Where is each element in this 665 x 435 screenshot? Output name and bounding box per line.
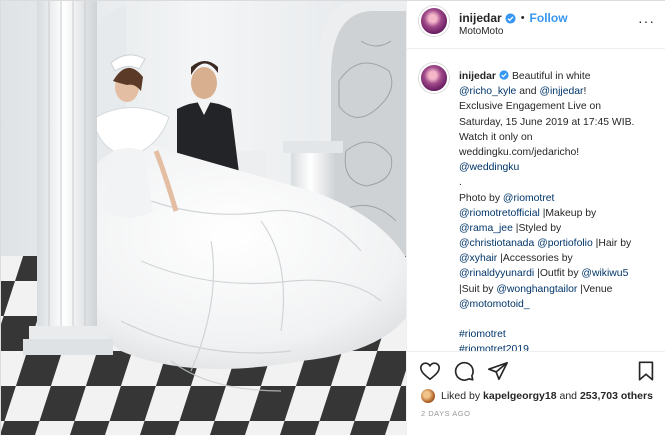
- caption-text-fragment: |Hair by: [592, 238, 632, 250]
- caption-gap: [459, 312, 659, 327]
- location-link[interactable]: MotoMoto: [459, 26, 503, 37]
- comment-icon[interactable]: [453, 360, 475, 382]
- post-photo[interactable]: [1, 1, 406, 435]
- mention-link[interactable]: @rinaldyyunardi: [459, 268, 534, 279]
- post-header: inijedar • Follow MotoMoto ···: [407, 1, 665, 49]
- caption-line: weddingku.com/jedaricho!: [459, 145, 659, 160]
- caption-text-fragment: |Styled by: [512, 222, 562, 234]
- caption-text-fragment: |Venue: [577, 283, 613, 295]
- likes-prefix: Liked by: [441, 390, 481, 402]
- caption-text-fragment: weddingku.com/jedaricho!: [459, 146, 580, 158]
- caption-line: #riomotret2019: [459, 342, 659, 351]
- verified-badge-icon: [499, 70, 509, 80]
- caption-text-fragment: Photo by: [459, 192, 503, 204]
- caption-line: Exclusive Engagement Live on: [459, 99, 659, 114]
- caption-line: @rama_jee |Styled by: [459, 221, 659, 236]
- caption-text-fragment: Watch it only on: [459, 131, 533, 143]
- mention-link[interactable]: @riomotret: [503, 193, 555, 204]
- caption-line: @xyhair |Accessories by: [459, 251, 659, 266]
- separator-dot: •: [520, 12, 525, 24]
- mention-link[interactable]: @richo_kyle: [459, 86, 516, 97]
- caption-text-fragment: Beautiful in white: [511, 71, 591, 82]
- caption-avatar[interactable]: [419, 63, 449, 93]
- mention-link[interactable]: @motomotoid_: [459, 299, 530, 310]
- more-options-icon[interactable]: ···: [638, 13, 655, 29]
- likes-row: Liked by kapelgeorgy18 and 253,703 other…: [421, 387, 653, 405]
- caption-text-fragment: and: [516, 86, 540, 98]
- post-timestamp[interactable]: 2 DAYS AGO: [421, 409, 470, 418]
- mention-link[interactable]: @injjedar: [539, 86, 583, 97]
- caption-line: @riomotretofficial |Makeup by: [459, 206, 659, 221]
- caption-text: inijedar Beautiful in white @richo_kyle an…: [459, 69, 659, 351]
- mention-link[interactable]: @wonghangtailor: [496, 284, 577, 295]
- caption-text-fragment: !: [583, 86, 587, 98]
- liker-username[interactable]: kapelgeorgy18: [483, 390, 557, 402]
- caption-line: Watch it only on: [459, 130, 659, 145]
- likes-and: and: [559, 390, 578, 402]
- caption-text-fragment: Saturday, 15 June 2019 at 17:45 WIB.: [459, 116, 635, 128]
- wedding-photo-illustration: [1, 1, 406, 435]
- caption-text-fragment: |Outfit by: [534, 268, 582, 280]
- caption-line: @motomotoid_: [459, 297, 659, 312]
- follow-button[interactable]: Follow: [530, 11, 568, 25]
- caption-line: Photo by @riomotret: [459, 191, 659, 206]
- mention-link[interactable]: @riomotretofficial: [459, 208, 540, 219]
- liker-avatar[interactable]: [421, 389, 435, 403]
- mention-link[interactable]: @christiotanada: [459, 238, 534, 249]
- caption-username[interactable]: inijedar: [459, 71, 496, 82]
- mention-link[interactable]: @portiofolio: [537, 238, 593, 249]
- post-side-panel: inijedar • Follow MotoMoto ··· inijedar B…: [406, 1, 665, 435]
- hashtag-link[interactable]: #riomotret: [459, 329, 506, 340]
- mention-link[interactable]: @rama_jee: [459, 223, 513, 234]
- mention-link[interactable]: @wikiwu5: [581, 268, 628, 279]
- author-username[interactable]: inijedar: [459, 11, 502, 25]
- caption-text-fragment: Exclusive Engagement Live on: [459, 101, 602, 113]
- caption-line: #riomotret: [459, 327, 659, 342]
- caption-text-fragment: |Suit by: [459, 283, 497, 295]
- heart-icon[interactable]: [419, 360, 441, 382]
- action-bar: [407, 351, 665, 387]
- caption-text-fragment: |Accessories by: [497, 253, 573, 265]
- mention-link[interactable]: @weddingku: [459, 162, 519, 173]
- caption-line: inijedar Beautiful in white: [459, 69, 659, 84]
- caption-line: @richo_kyle and @injjedar!: [459, 84, 659, 99]
- caption-text-fragment: .: [459, 177, 462, 189]
- mention-link[interactable]: @xyhair: [459, 253, 497, 264]
- verified-badge-icon: [505, 12, 516, 24]
- caption-line: |Suit by @wonghangtailor |Venue: [459, 282, 659, 297]
- caption-line: @rinaldyyunardi |Outfit by @wikiwu5: [459, 266, 659, 281]
- caption-line: Saturday, 15 June 2019 at 17:45 WIB.: [459, 115, 659, 130]
- hashtag-link[interactable]: #riomotret2019: [459, 344, 529, 351]
- likes-count[interactable]: 253,703 others: [580, 390, 653, 402]
- author-avatar[interactable]: [419, 6, 449, 36]
- caption-line: @weddingku: [459, 160, 659, 175]
- bookmark-icon[interactable]: [635, 360, 657, 382]
- caption-line: .: [459, 175, 659, 190]
- caption-line: @christiotanada @portiofolio |Hair by: [459, 236, 659, 251]
- instagram-post: inijedar • Follow MotoMoto ··· inijedar B…: [0, 0, 665, 435]
- caption-section: inijedar Beautiful in white @richo_kyle an…: [407, 49, 665, 351]
- caption-text-fragment: |Makeup by: [539, 207, 597, 219]
- header-user-row: inijedar • Follow: [459, 9, 568, 27]
- share-icon[interactable]: [487, 360, 509, 382]
